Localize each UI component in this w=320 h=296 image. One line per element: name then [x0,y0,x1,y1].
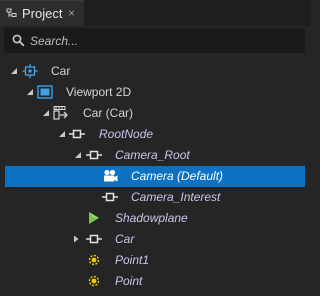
tree-item-label: Viewport 2D [66,85,132,99]
tree-item-car-car[interactable]: Car (Car) [5,103,305,124]
point-light-icon [88,275,100,287]
tree-item-point1[interactable]: Point1 [5,250,305,271]
tree-item-rootnode[interactable]: RootNode [5,124,305,145]
tree-item-label: Point [115,274,143,288]
tree-item-label: Camera (Default) [131,169,224,183]
close-icon[interactable]: × [68,6,75,20]
collapse-arrow-icon[interactable] [71,234,81,244]
expand-arrow-icon[interactable] [25,87,35,97]
tab-project[interactable]: Project × [0,0,84,26]
node-icon [102,192,118,202]
point-light-icon [88,254,100,266]
tree-item-car-node[interactable]: Car [5,229,305,250]
panel-titlebar: Project × [0,0,310,26]
node-icon [86,234,102,244]
mesh-icon [89,212,99,224]
expand-arrow-icon[interactable] [41,108,51,118]
tree-item-viewport-2d[interactable]: Viewport 2D [5,82,305,103]
tree-item-shadowplane[interactable]: Shadowplane [5,208,305,229]
expand-arrow-icon[interactable] [57,129,67,139]
tree-item-point[interactable]: Point [5,271,305,292]
tree-item-camera-root[interactable]: Camera_Root [5,145,305,166]
expand-arrow-icon[interactable] [73,150,83,160]
tree-item-label: Camera_Root [115,148,190,162]
tree-item-label: Shadowplane [115,211,188,225]
tree-item-car-scene[interactable]: Car [5,61,305,82]
tree-item-camera-interest[interactable]: Camera_Interest [5,187,305,208]
node-icon [69,129,85,139]
search-box [4,28,305,53]
tab-label: Project [22,6,63,21]
search-input[interactable] [30,28,290,53]
prefab-instance-icon [53,106,68,120]
tree-item-label: Car (Car) [83,106,133,120]
viewport-2d-icon [37,85,53,99]
expand-arrow-icon[interactable] [9,66,19,76]
scene-icon [22,64,38,78]
tree-item-label: Car [51,64,71,78]
tree-item-label: Car [115,232,135,246]
tree-item-label: Point1 [115,253,150,267]
tree-item-camera-default[interactable]: Camera (Default) [5,166,305,187]
project-tree-icon [6,8,17,17]
node-icon [86,150,102,160]
tree-item-label: RootNode [99,127,154,141]
tree-item-label: Camera_Interest [131,190,221,204]
camera-icon [104,169,118,182]
search-icon [12,34,25,47]
